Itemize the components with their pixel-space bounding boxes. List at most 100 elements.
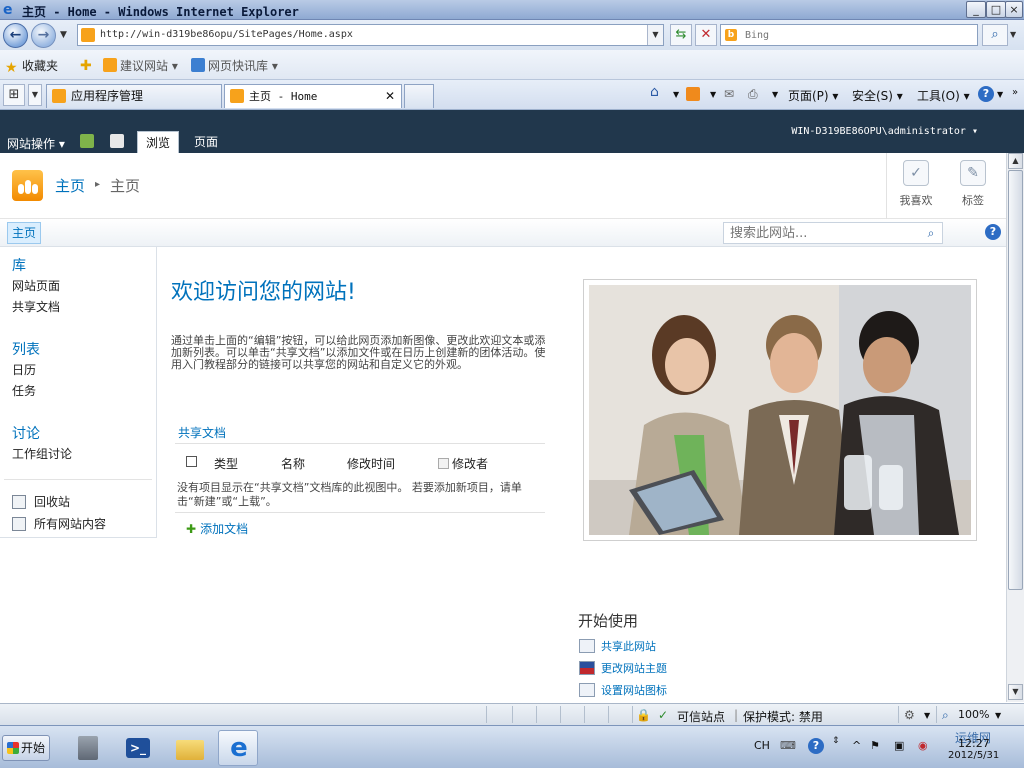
add-document-link[interactable]: ✚ 添加文档 <box>186 520 248 537</box>
toolbar-overflow-icon[interactable]: » <box>1012 87 1018 98</box>
address-dropdown-icon[interactable]: ▼ <box>647 25 663 45</box>
navigate-up-icon[interactable] <box>80 134 94 148</box>
address-bar[interactable]: http://win-d319be86opu/SitePages/Home.as… <box>77 24 664 46</box>
web-slice-gallery-link[interactable]: 网页快讯库 ▾ <box>191 57 278 74</box>
ie-taskbar-button[interactable]: e <box>218 730 258 766</box>
back-button[interactable]: ← <box>3 23 28 48</box>
maximize-button[interactable]: □ <box>986 1 1006 18</box>
bing-search-input[interactable] <box>743 27 963 43</box>
network-icon[interactable]: ▣ <box>894 739 904 752</box>
tab-list-button[interactable]: ▼ <box>28 84 42 106</box>
home-dropdown-icon[interactable]: ▼ <box>673 90 679 99</box>
suggested-sites-link[interactable]: 建议网站 ▾ <box>103 57 178 74</box>
protected-mode-status[interactable]: 保护模式: 禁用 <box>743 708 823 725</box>
people-at-laptop-illustration <box>589 285 971 535</box>
topnav-home-link[interactable]: 主页 <box>7 222 42 244</box>
change-theme-link[interactable]: 更改网站主题 <box>579 660 667 676</box>
column-type[interactable]: 类型 <box>214 455 238 472</box>
site-search-box: ⌕ <box>723 222 943 244</box>
show-hidden-icons-icon[interactable]: ^ <box>852 739 861 752</box>
nav-header-lists[interactable]: 列表 <box>12 339 40 359</box>
search-options-icon[interactable]: ▼ <box>1010 30 1016 39</box>
quick-tabs-button[interactable]: ⊞ <box>3 84 25 106</box>
server-manager-taskbar-button[interactable] <box>68 730 108 766</box>
tools-menu[interactable]: 工具(O) ▾ <box>917 87 970 104</box>
zoom-dropdown-icon[interactable]: ▼ <box>995 711 1001 720</box>
nav-recycle-bin[interactable]: 回收站 <box>12 493 70 510</box>
set-site-icon-link[interactable]: 设置网站图标 <box>579 682 667 698</box>
help-icon[interactable]: ? <box>985 224 1001 240</box>
keyboard-icon[interactable]: ⌨ <box>780 739 796 752</box>
site-search-button[interactable]: ⌕ <box>922 225 940 241</box>
zoom-level[interactable]: 100% <box>958 708 989 721</box>
minimize-button[interactable]: _ <box>966 1 986 18</box>
tab-page[interactable]: 页面 <box>186 131 226 153</box>
rss-feed-icon[interactable] <box>686 87 700 101</box>
scroll-thumb[interactable] <box>1008 170 1023 590</box>
address-url: http://win-d319be86opu/SitePages/Home.as… <box>100 29 353 40</box>
favorites-button[interactable]: ★ 收藏夹 <box>5 57 58 75</box>
clock-date[interactable]: 2012/5/31 <box>948 750 999 761</box>
column-modified-by[interactable]: 修改者 <box>438 455 488 472</box>
language-indicator[interactable]: CH <box>754 739 770 752</box>
popup-dropdown-icon[interactable]: ▼ <box>924 711 930 720</box>
tray-help-icon[interactable]: ? <box>808 738 824 754</box>
column-modified[interactable]: 修改时间 <box>347 455 395 472</box>
site-actions-menu[interactable]: 网站操作 ▾ <box>7 135 65 152</box>
nav-item-site-pages[interactable]: 网站页面 <box>12 277 60 294</box>
shared-documents-title[interactable]: 共享文档 <box>178 424 226 441</box>
tags-notes-button[interactable]: ✎ 标签 <box>945 160 1001 208</box>
explorer-taskbar-button[interactable] <box>170 730 210 766</box>
nav-header-libraries[interactable]: 库 <box>12 255 26 275</box>
nav-item-team-discussion[interactable]: 工作组讨论 <box>12 445 72 462</box>
site-search-input[interactable] <box>728 225 918 241</box>
volume-muted-icon[interactable]: ◉ <box>918 739 928 752</box>
page-menu[interactable]: 页面(P) ▾ <box>788 87 838 104</box>
feed-dropdown-icon[interactable]: ▼ <box>710 90 716 99</box>
add-favorite-button[interactable]: ✚ <box>80 57 97 73</box>
close-window-button[interactable]: × <box>1005 1 1023 18</box>
forward-button[interactable]: → <box>31 23 56 48</box>
home-icon[interactable]: ⌂ <box>650 84 659 100</box>
clock-time[interactable]: 12:27 <box>958 737 990 750</box>
share-site-link[interactable]: 共享此网站 <box>579 638 656 654</box>
column-name[interactable]: 名称 <box>281 455 305 472</box>
print-dropdown-icon[interactable]: ▼ <box>772 90 778 99</box>
start-button[interactable]: 开始 <box>2 735 50 761</box>
close-tab-icon[interactable]: ✕ <box>385 85 395 107</box>
tab-application-management[interactable]: 应用程序管理 <box>46 84 222 108</box>
print-icon[interactable]: ⎙ <box>748 87 758 102</box>
tray-options-icon[interactable]: ⇕ <box>832 736 840 746</box>
safety-menu[interactable]: 安全(S) ▾ <box>852 87 903 104</box>
search-box[interactable]: b <box>720 24 978 46</box>
nav-item-shared-documents[interactable]: 共享文档 <box>12 298 60 315</box>
new-tab-button[interactable] <box>404 84 434 108</box>
nav-all-site-content[interactable]: 所有网站内容 <box>12 515 106 532</box>
nav-item-calendar[interactable]: 日历 <box>12 361 36 378</box>
i-like-it-button[interactable]: ✓ 我喜欢 <box>888 160 944 208</box>
stop-button[interactable]: ✕ <box>695 24 717 46</box>
tab-browse[interactable]: 浏览 <box>137 131 180 153</box>
user-menu[interactable]: WIN-D319BE86OPU\administrator ▾ <box>791 126 978 137</box>
powershell-taskbar-button[interactable]: >_ <box>118 730 158 766</box>
select-all-checkbox[interactable] <box>186 455 197 469</box>
action-center-flag-icon[interactable]: ⚑ <box>870 739 880 752</box>
tab-home[interactable]: 主页 - Home ✕ <box>224 84 402 108</box>
compatibility-view-button[interactable]: ⇆ <box>670 24 692 46</box>
security-zone[interactable]: 可信站点 <box>677 708 725 725</box>
popup-blocker-icon[interactable]: ⚙ <box>904 708 915 722</box>
vertical-scrollbar[interactable]: ▲ ▼ <box>1006 153 1024 702</box>
scroll-down-icon[interactable]: ▼ <box>1008 684 1023 700</box>
mail-icon[interactable]: ✉ <box>724 87 734 101</box>
edit-page-icon[interactable] <box>110 134 124 148</box>
window-titlebar: e 主页 - Home - Windows Internet Explorer … <box>0 0 1024 20</box>
scroll-up-icon[interactable]: ▲ <box>1008 153 1023 169</box>
site-logo[interactable] <box>12 170 43 201</box>
search-button[interactable]: ⌕ <box>982 24 1008 46</box>
breadcrumb-site-link[interactable]: 主页 <box>55 175 85 196</box>
history-dropdown-icon[interactable]: ▼ <box>60 30 67 40</box>
ie-help-icon[interactable]: ? <box>978 86 994 102</box>
help-dropdown-icon[interactable]: ▼ <box>997 90 1003 99</box>
nav-header-discussions[interactable]: 讨论 <box>12 423 40 443</box>
nav-item-tasks[interactable]: 任务 <box>12 382 36 399</box>
